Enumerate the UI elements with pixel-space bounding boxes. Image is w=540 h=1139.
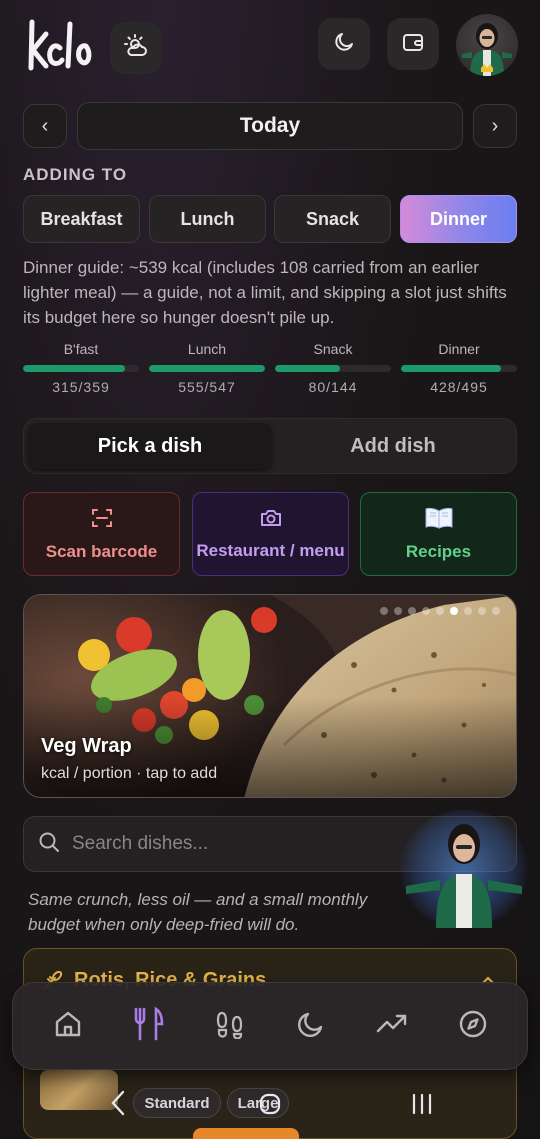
home-icon [53, 1009, 83, 1044]
budget-dinner: Dinner 428/495 [401, 341, 517, 395]
system-back-icon[interactable] [110, 1090, 126, 1121]
system-recents-icon[interactable] [410, 1092, 434, 1121]
meal-tab-dinner[interactable]: Dinner [400, 195, 517, 243]
scan-barcode-button[interactable]: Scan barcode [23, 492, 180, 576]
theme-toggle-button[interactable] [318, 18, 370, 70]
dish-title: Veg Wrap [41, 735, 132, 757]
nav-sleep[interactable] [286, 1001, 336, 1051]
dish-carousel-card[interactable]: Veg Wrap kcal / portion · tap to add [23, 594, 517, 798]
carousel-dot[interactable] [422, 607, 430, 615]
budget-value: 428/495 [430, 379, 488, 395]
budget-bar [275, 365, 391, 372]
tab-add-dish[interactable]: Add dish [272, 423, 514, 469]
fork-knife-icon [130, 1005, 168, 1048]
chevron-right-icon: › [491, 114, 499, 137]
dish-subtitle: kcal / portion · tap to add [41, 765, 218, 782]
adding-to-heading: ADDING TO [23, 165, 128, 184]
carousel-dots[interactable] [380, 607, 500, 615]
food-thumbnail [40, 1070, 118, 1110]
trending-up-icon [376, 1009, 408, 1044]
weather-button[interactable] [110, 22, 162, 74]
meal-tab-snack[interactable]: Snack [274, 195, 391, 243]
nav-progress[interactable] [367, 1001, 417, 1051]
mode-toggle: Pick a dish Add dish [23, 418, 517, 474]
nav-home[interactable] [43, 1001, 93, 1051]
system-home-icon[interactable] [258, 1092, 282, 1121]
carousel-dot[interactable] [464, 607, 472, 615]
carousel-dot[interactable] [380, 607, 388, 615]
carousel-dot[interactable] [492, 607, 500, 615]
carousel-dot[interactable] [478, 607, 486, 615]
app-logo [26, 14, 98, 76]
weather-icon [123, 33, 149, 64]
search-input[interactable] [72, 833, 372, 855]
restaurant-menu-button[interactable]: Restaurant / menu [192, 492, 349, 576]
budget-breakfast: B'fast 315/359 [23, 341, 139, 395]
carousel-dot[interactable] [408, 607, 416, 615]
carousel-dot[interactable] [450, 607, 458, 615]
camera-icon [260, 508, 282, 533]
budget-label: Dinner [438, 341, 480, 357]
avatar[interactable] [456, 14, 518, 76]
budget-snack: Snack 80/144 [275, 341, 391, 395]
budget-bar [23, 365, 139, 372]
footprints-icon [215, 1009, 245, 1044]
dinner-guide-text: Dinner guide: ~539 kcal (includes 108 ca… [23, 258, 507, 327]
nav-activity[interactable] [205, 1001, 255, 1051]
prev-day-button[interactable]: ‹ [23, 104, 67, 148]
meal-tab-breakfast[interactable]: Breakfast [23, 195, 140, 243]
moon-icon [332, 30, 356, 59]
budget-bar [401, 365, 517, 372]
budget-bar [149, 365, 265, 372]
budget-label: B'fast [63, 341, 99, 357]
wallet-button[interactable] [387, 18, 439, 70]
compass-icon [458, 1009, 488, 1044]
next-day-button[interactable]: › [473, 104, 517, 148]
search-icon [38, 831, 60, 858]
scan-barcode-label: Scan barcode [45, 541, 158, 561]
tab-pick-a-dish[interactable]: Pick a dish [28, 423, 272, 469]
moon-icon [296, 1009, 326, 1044]
assistant-avatar-button[interactable] [400, 810, 528, 928]
carousel-dot[interactable] [436, 607, 444, 615]
tip-text: Same crunch, less oil — and a small mont… [28, 890, 368, 934]
budget-value: 555/547 [178, 379, 236, 395]
date-selector[interactable]: Today [77, 102, 463, 150]
nav-food[interactable] [124, 1001, 174, 1051]
wallet-icon [401, 30, 425, 59]
barcode-scan-icon [91, 507, 113, 534]
recipes-button[interactable]: Recipes [360, 492, 517, 576]
budget-value: 315/359 [52, 379, 110, 395]
book-icon [424, 507, 454, 534]
assistant-figure [406, 824, 522, 928]
budget-value: 80/144 [308, 379, 358, 395]
budget-lunch: Lunch 555/547 [149, 341, 265, 395]
meal-tab-lunch[interactable]: Lunch [149, 195, 266, 243]
portion-chip-standard[interactable]: Standard [133, 1088, 221, 1118]
recipes-label: Recipes [405, 541, 472, 561]
nav-explore[interactable] [448, 1001, 498, 1051]
carousel-dot[interactable] [394, 607, 402, 615]
budget-label: Snack [313, 341, 353, 357]
bottom-nav [12, 982, 528, 1070]
add-button-edge[interactable] [193, 1128, 299, 1139]
chevron-left-icon: ‹ [41, 114, 49, 137]
budget-label: Lunch [187, 341, 227, 357]
restaurant-menu-label: Restaurant / menu [196, 540, 345, 560]
